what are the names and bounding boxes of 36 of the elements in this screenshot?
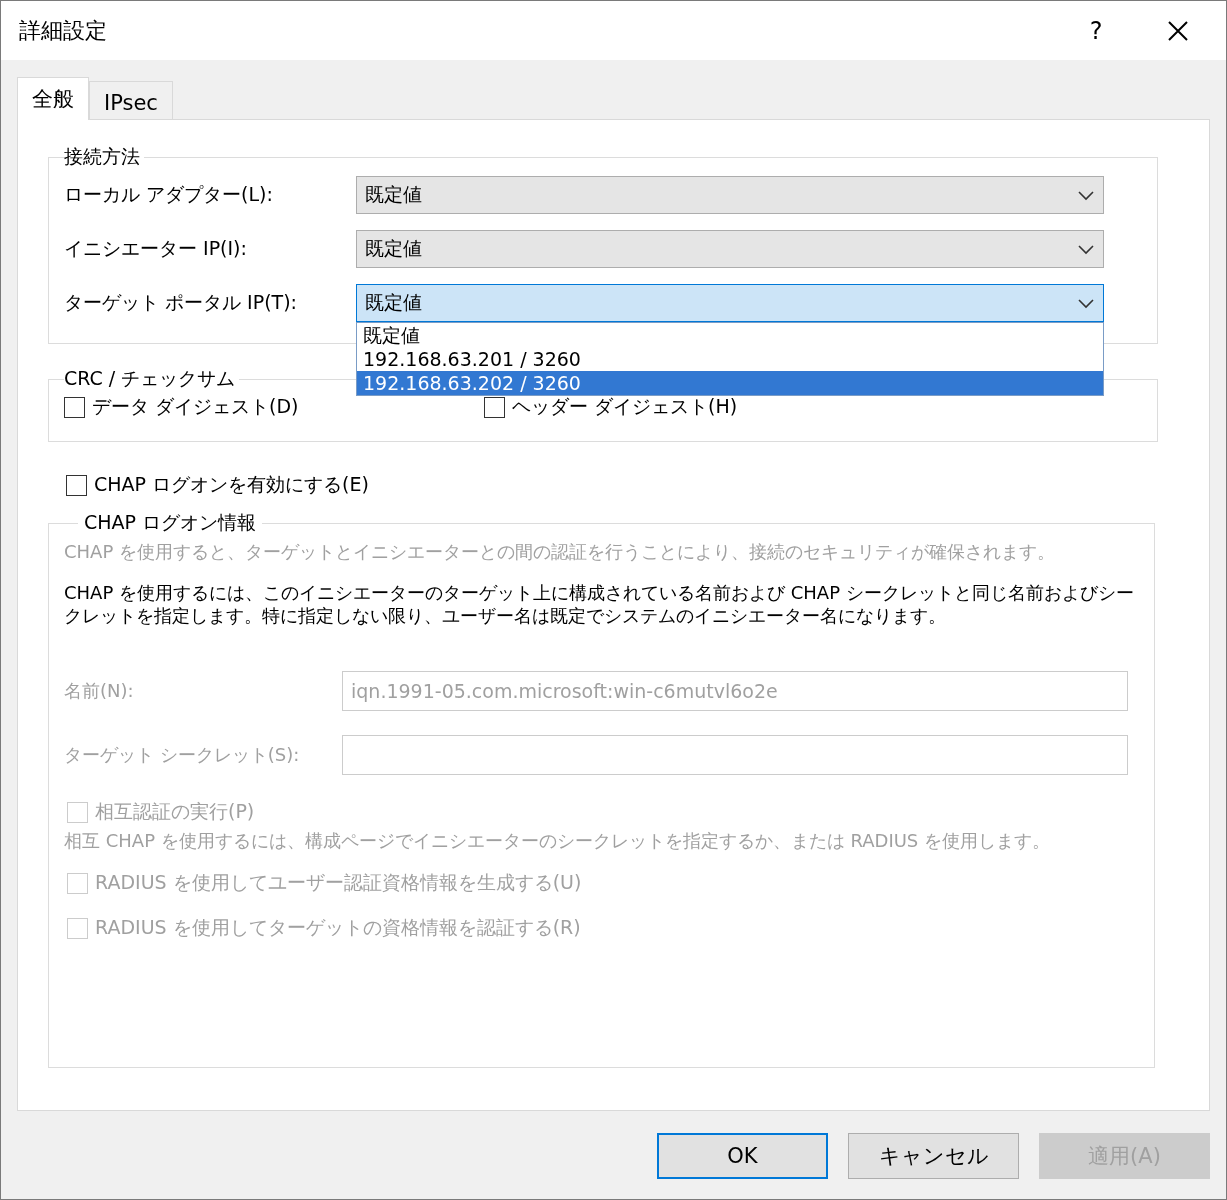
field-label: ターゲット ポータル IP(T): (64, 290, 298, 315)
checkbox-label: CHAP ログオンを有効にする(E) (94, 472, 369, 497)
field-label: ローカル アダプター(L): (64, 182, 274, 207)
dropdown[interactable]: 既定値 (356, 230, 1104, 268)
help-button[interactable]: ? (1076, 16, 1116, 45)
checkbox[interactable] (66, 474, 87, 496)
tab[interactable]: 全般 (17, 77, 89, 120)
field-label: イニシエーター IP(I): (64, 236, 248, 261)
group-title: CRC / チェックサム (64, 366, 237, 391)
list-option[interactable]: 192.168.63.201 / 3260 (357, 347, 1103, 371)
group-title: CHAP ログオン情報 (83, 510, 258, 535)
field-label: 名前(N): (64, 679, 135, 703)
note-text: 相互 CHAP を使用するには、構成ページでイニシエーターのシークレットを指定するか、または RADIUS を使用します。 (64, 829, 1052, 852)
close-icon[interactable] (1166, 18, 1190, 43)
checkbox-label: 相互認証の実行(P) (95, 799, 255, 824)
dialog-button[interactable]: OK (657, 1133, 828, 1179)
chevron-icon (1077, 297, 1095, 309)
list-option[interactable]: 192.168.63.202 / 3260 (357, 371, 1103, 395)
dropdown[interactable]: 既定値 (356, 176, 1104, 214)
checkbox-label: データ ダイジェスト(D) (92, 394, 299, 419)
field-label: ターゲット シークレット(S): (64, 743, 301, 767)
tab[interactable]: IPsec (89, 81, 173, 119)
checkbox[interactable] (484, 396, 505, 418)
checkbox-label: RADIUS を使用してターゲットの資格情報を認証する(R) (95, 915, 581, 940)
group-title: 接続方法 (64, 144, 141, 169)
checkbox-label: RADIUS を使用してユーザー認証資格情報を生成する(U) (95, 870, 582, 895)
dropdown[interactable]: 既定値 (356, 284, 1104, 322)
chevron-icon (1077, 243, 1095, 255)
description-text: CHAP を使用すると、ターゲットとイニシエーターとの間の認証を行うことにより、接続のセキュリティが確保されます。 (64, 540, 1056, 563)
dialog-button[interactable]: キャンセル (848, 1133, 1019, 1179)
checkbox-label: ヘッダー ダイジェスト(H) (512, 394, 738, 419)
chevron-icon (1077, 189, 1095, 201)
window-title: 詳細設定 (19, 16, 108, 45)
checkbox[interactable] (64, 396, 85, 418)
instruction-text: CHAP を使用するには、このイニシエーターのターゲット上に構成されている名前および CHAP シークレットと同じ名前およびシークレットを指定します。特に指定しない限り、ユーザー名は既定でシステムのイニシエーター名になります。 (64, 581, 1135, 627)
list-option[interactable]: 既定値 (357, 323, 1103, 347)
